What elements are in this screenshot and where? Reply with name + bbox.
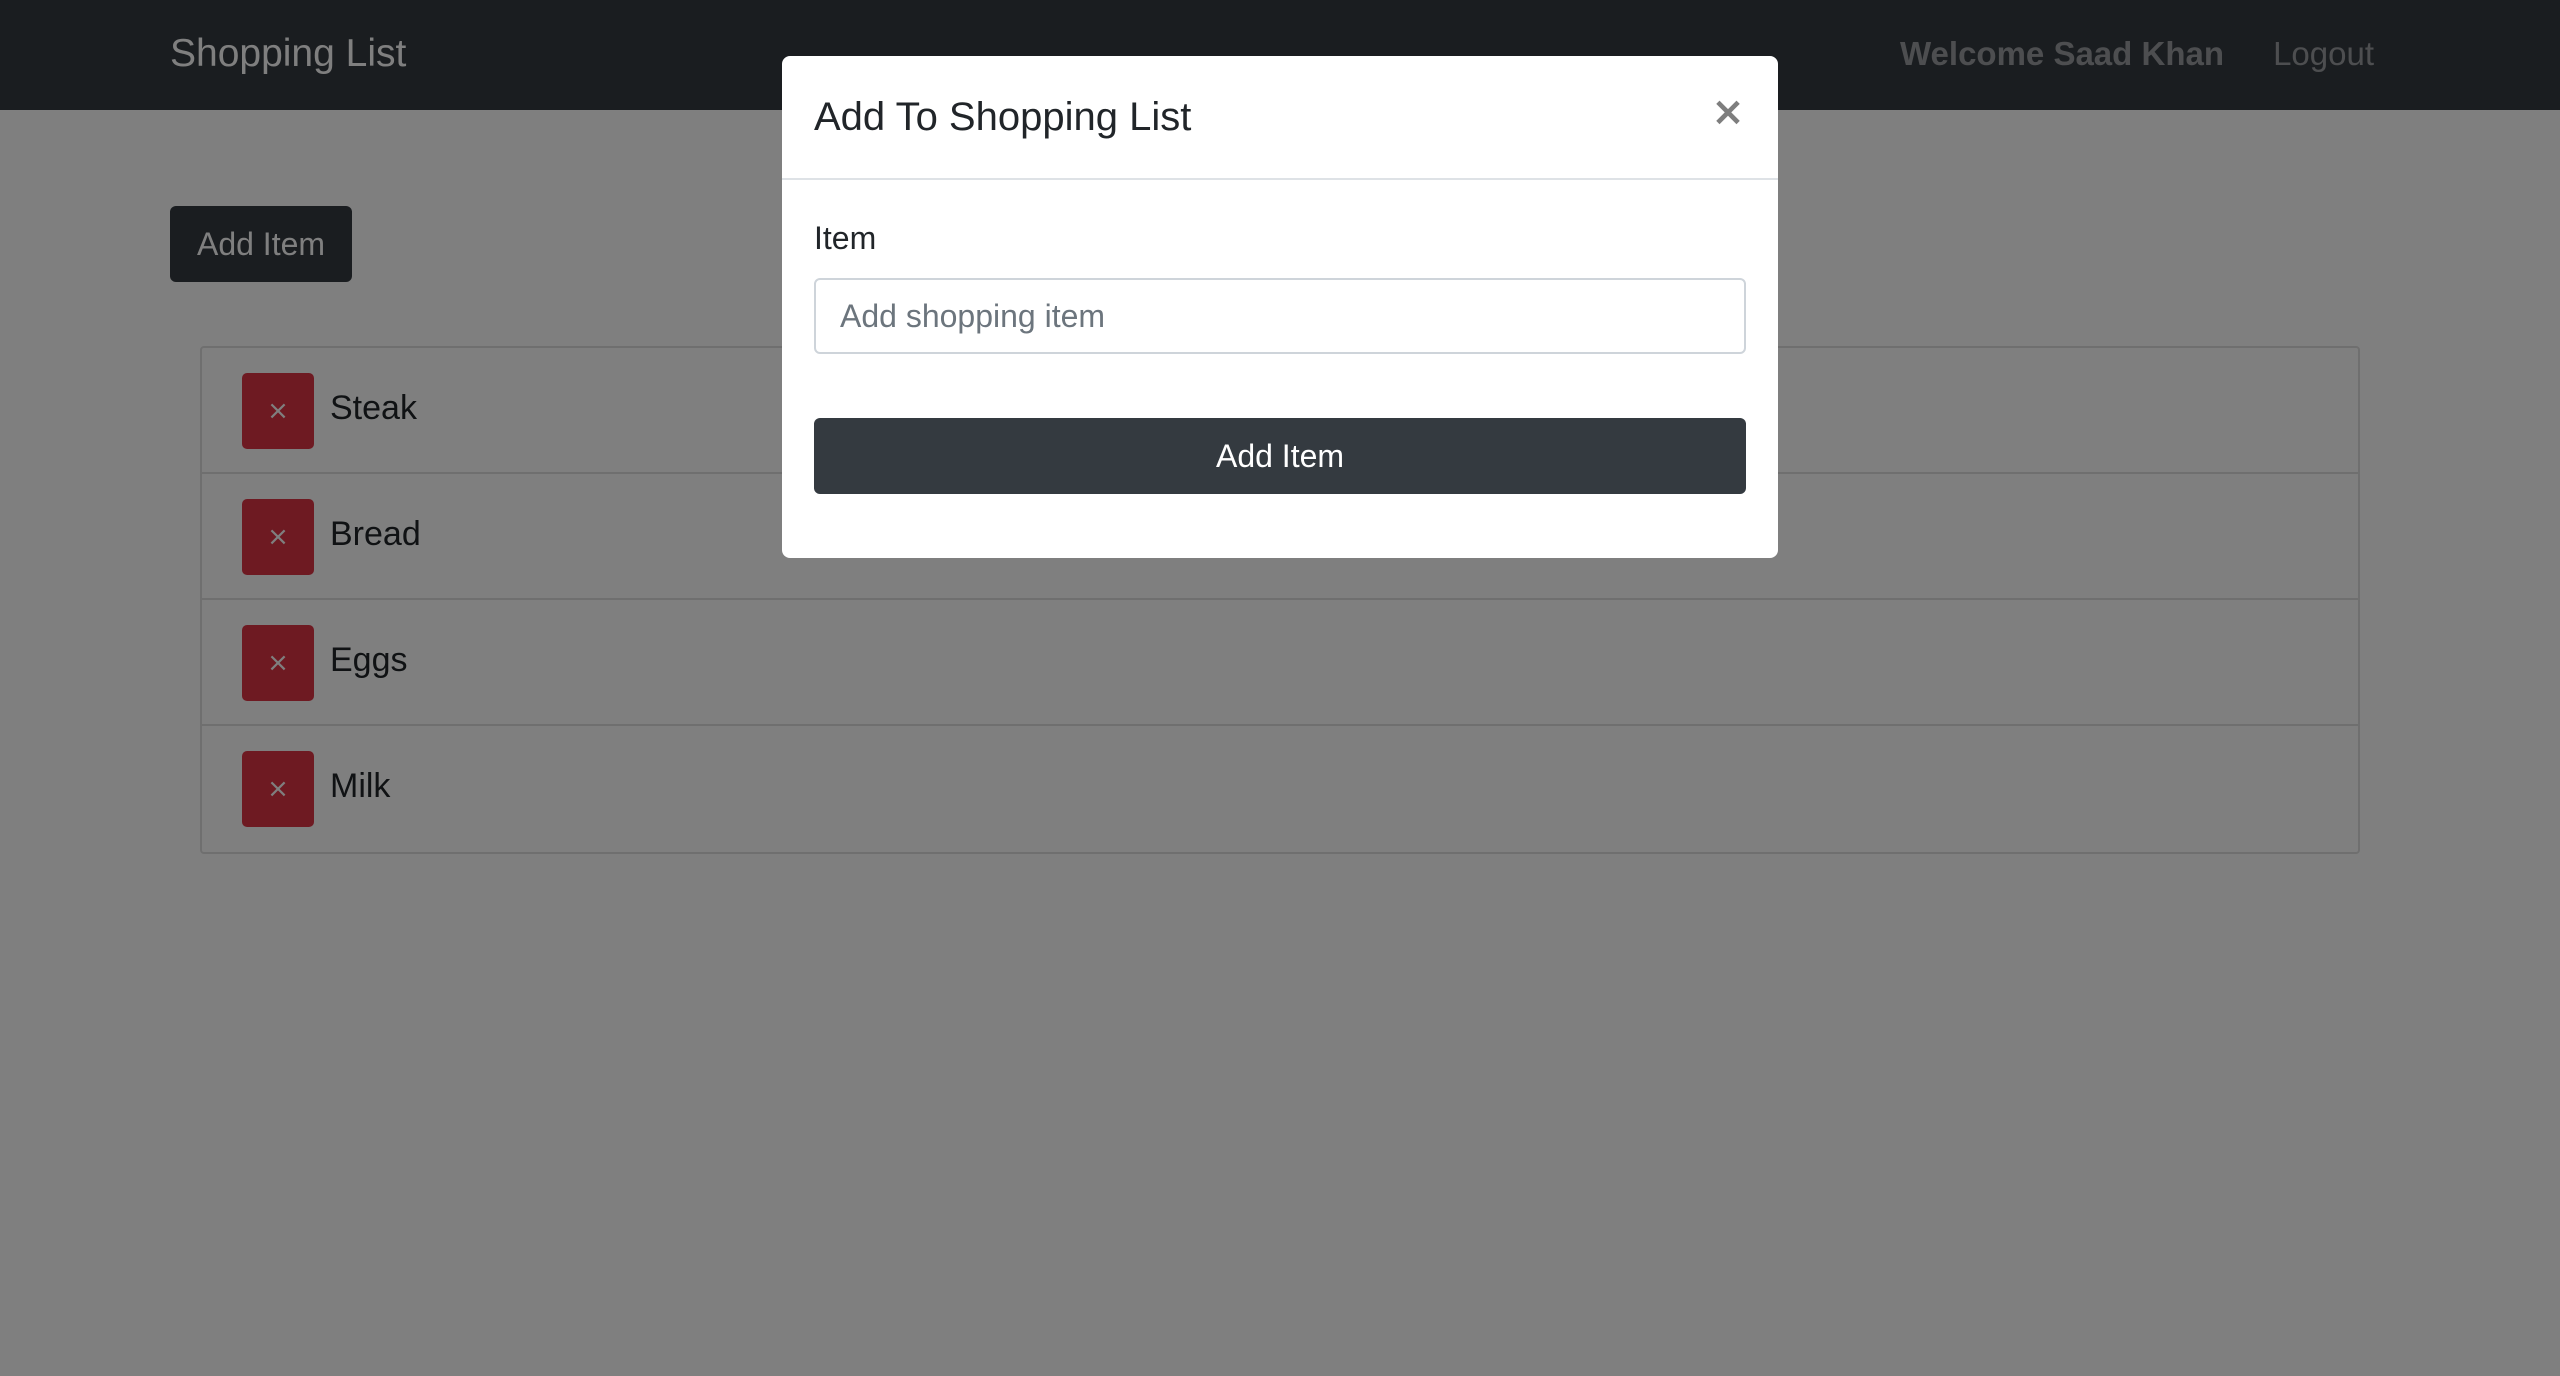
close-icon: × — [1711, 89, 1745, 135]
item-input[interactable] — [814, 278, 1746, 354]
modal-header: Add To Shopping List × — [782, 56, 1778, 180]
submit-add-item-button[interactable]: Add Item — [814, 418, 1746, 494]
modal-close-button[interactable]: × — [1704, 86, 1752, 138]
add-item-modal: Add To Shopping List × Item Add Item — [782, 56, 1778, 558]
item-field-label: Item — [814, 220, 877, 256]
modal-title: Add To Shopping List — [814, 95, 1192, 139]
